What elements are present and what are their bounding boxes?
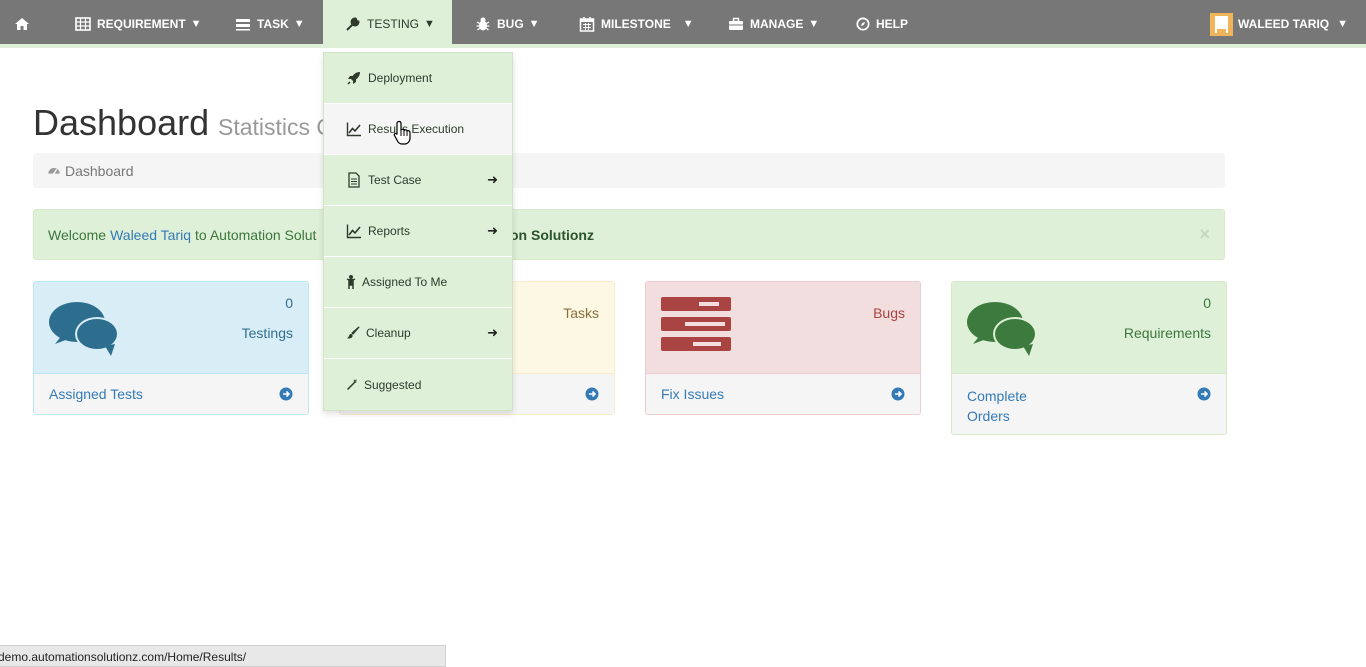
chevron-down-icon: ▼: [528, 18, 540, 30]
file-text-icon: [348, 172, 360, 188]
panel-heading: 0 Requirements: [952, 282, 1226, 373]
arrow-circle-right-icon: [585, 387, 599, 401]
top-navbar: REQUIREMENT ▼ TASK ▼ TESTING ▼ BUG ▼ MIL…: [0, 0, 1366, 48]
chevron-down-icon: ▼: [808, 18, 820, 30]
menu-item-deployment[interactable]: Deployment: [324, 53, 512, 104]
menu-item-reports[interactable]: Reports ➜: [324, 206, 512, 257]
nav-bug[interactable]: BUG ▼: [475, 0, 540, 48]
magic-icon: [346, 378, 357, 390]
submenu-arrow-icon: ➜: [487, 172, 498, 187]
menu-item-cleanup[interactable]: Cleanup ➜: [324, 308, 512, 359]
nav-milestone[interactable]: MILESTONE ▼: [579, 0, 694, 48]
chevron-down-icon: ▼: [682, 18, 694, 30]
menu-item-label: Assigned To Me: [362, 275, 448, 289]
nav-testing-label: TESTING: [367, 17, 420, 31]
page-title: Dashboard: [33, 102, 210, 143]
user-menu[interactable]: WALEED TARIQ ▼: [1210, 0, 1348, 48]
rocket-icon: [347, 72, 360, 85]
testings-label: Testings: [241, 325, 293, 341]
close-icon[interactable]: ×: [1199, 224, 1210, 245]
arrow-circle-right-icon: [891, 387, 905, 401]
menu-item-label: Results Execution: [368, 122, 465, 136]
arrow-circle-right-icon: [279, 387, 293, 401]
assigned-tests-link[interactable]: Assigned Tests: [34, 373, 308, 414]
chevron-down-icon: ▼: [1337, 18, 1348, 30]
briefcase-icon: [729, 17, 743, 30]
menu-item-label: Cleanup: [366, 326, 411, 340]
home-nav-button[interactable]: [14, 0, 30, 48]
submenu-arrow-icon: ➜: [487, 325, 498, 340]
nav-help-label: HELP: [876, 17, 909, 31]
paint-brush-icon: [346, 326, 360, 339]
breadcrumb: Dashboard: [33, 153, 1225, 188]
nav-task-label: TASK: [257, 17, 289, 31]
alert-text: to Automation Solut: [195, 226, 317, 243]
bugs-panel: Bugs Fix Issues: [645, 281, 921, 415]
testings-count: 0: [285, 295, 293, 311]
compass-icon: [856, 17, 870, 31]
testing-dropdown-menu: Deployment Results Execution Test Case ➜…: [323, 52, 513, 411]
menu-item-label: Suggested: [364, 377, 422, 392]
requirements-panel: 0 Requirements Complete Orders: [951, 281, 1227, 435]
menu-item-label: Test Case: [368, 173, 422, 187]
welcome-alert: Welcome Waleed Tariq to Automation Solut…: [33, 209, 1225, 260]
nav-bug-label: BUG: [497, 17, 524, 31]
tasks-label: Tasks: [563, 305, 599, 321]
alert-prefix: Welcome: [48, 226, 107, 243]
hand-cursor-icon: [393, 120, 411, 145]
alert-user-link[interactable]: Waleed Tariq: [110, 227, 191, 243]
fix-issues-link[interactable]: Fix Issues: [646, 373, 920, 414]
tasks-icon: [236, 19, 250, 31]
panel-heading: 0 Testings: [34, 282, 308, 373]
menu-item-test-case[interactable]: Test Case ➜: [324, 155, 512, 206]
testings-panel: 0 Testings Assigned Tests: [33, 281, 309, 415]
panel-link-label: Fix Issues: [661, 386, 725, 402]
home-icon: [15, 18, 29, 30]
panel-link-label: Assigned Tests: [49, 386, 143, 402]
nav-requirement-label: REQUIREMENT: [97, 17, 186, 31]
menu-item-assigned-to-me[interactable]: Assigned To Me: [324, 257, 512, 308]
nav-testing[interactable]: TESTING ▼: [323, 0, 452, 48]
panel-link-label: Complete Orders: [967, 388, 1027, 424]
chevron-down-icon: ▼: [190, 18, 202, 30]
nav-requirement[interactable]: REQUIREMENT ▼: [75, 0, 202, 48]
user-name: WALEED TARIQ: [1238, 17, 1330, 31]
nav-task[interactable]: TASK ▼: [235, 0, 305, 48]
requirements-count: 0: [1203, 295, 1211, 311]
menu-item-results-execution[interactable]: Results Execution: [324, 104, 512, 155]
status-bar-url: demo.automationsolutionz.com/Home/Result…: [0, 650, 247, 664]
chevron-down-icon: ▼: [293, 18, 305, 30]
child-icon: [346, 275, 356, 289]
nav-help[interactable]: HELP: [856, 0, 908, 48]
menu-item-suggested[interactable]: Suggested: [324, 359, 512, 410]
nav-manage[interactable]: MANAGE ▼: [728, 0, 819, 48]
tasks-list-icon: [661, 297, 731, 351]
table-icon: [75, 17, 91, 31]
bug-icon: [476, 17, 490, 31]
menu-item-label: Deployment: [368, 71, 433, 85]
panel-heading: Bugs: [646, 282, 920, 373]
complete-orders-link[interactable]: Complete Orders: [952, 373, 1226, 434]
arrow-circle-right-icon: [1197, 387, 1211, 401]
calendar-icon: [579, 17, 595, 32]
comments-icon: [967, 302, 1037, 356]
line-chart-icon: [346, 122, 361, 137]
requirements-label: Requirements: [1123, 325, 1211, 341]
nav-manage-label: MANAGE: [750, 17, 804, 31]
dashboard-icon: [48, 167, 60, 175]
page-subtitle: Statistics O: [218, 114, 335, 140]
submenu-arrow-icon: ➜: [487, 223, 498, 238]
menu-item-label: Reports: [368, 224, 411, 238]
avatar: [1210, 12, 1233, 36]
wrench-icon: [346, 17, 360, 31]
browser-status-bar: demo.automationsolutionz.com/Home/Result…: [0, 645, 446, 667]
breadcrumb-item-dashboard[interactable]: Dashboard: [65, 163, 134, 179]
comments-icon: [49, 302, 119, 356]
nav-milestone-label: MILESTONE: [601, 17, 671, 31]
alert-brand: on Solutionz: [510, 226, 594, 243]
bugs-label: Bugs: [873, 305, 905, 321]
chevron-down-icon: ▼: [424, 18, 435, 30]
line-chart-icon: [346, 224, 361, 239]
